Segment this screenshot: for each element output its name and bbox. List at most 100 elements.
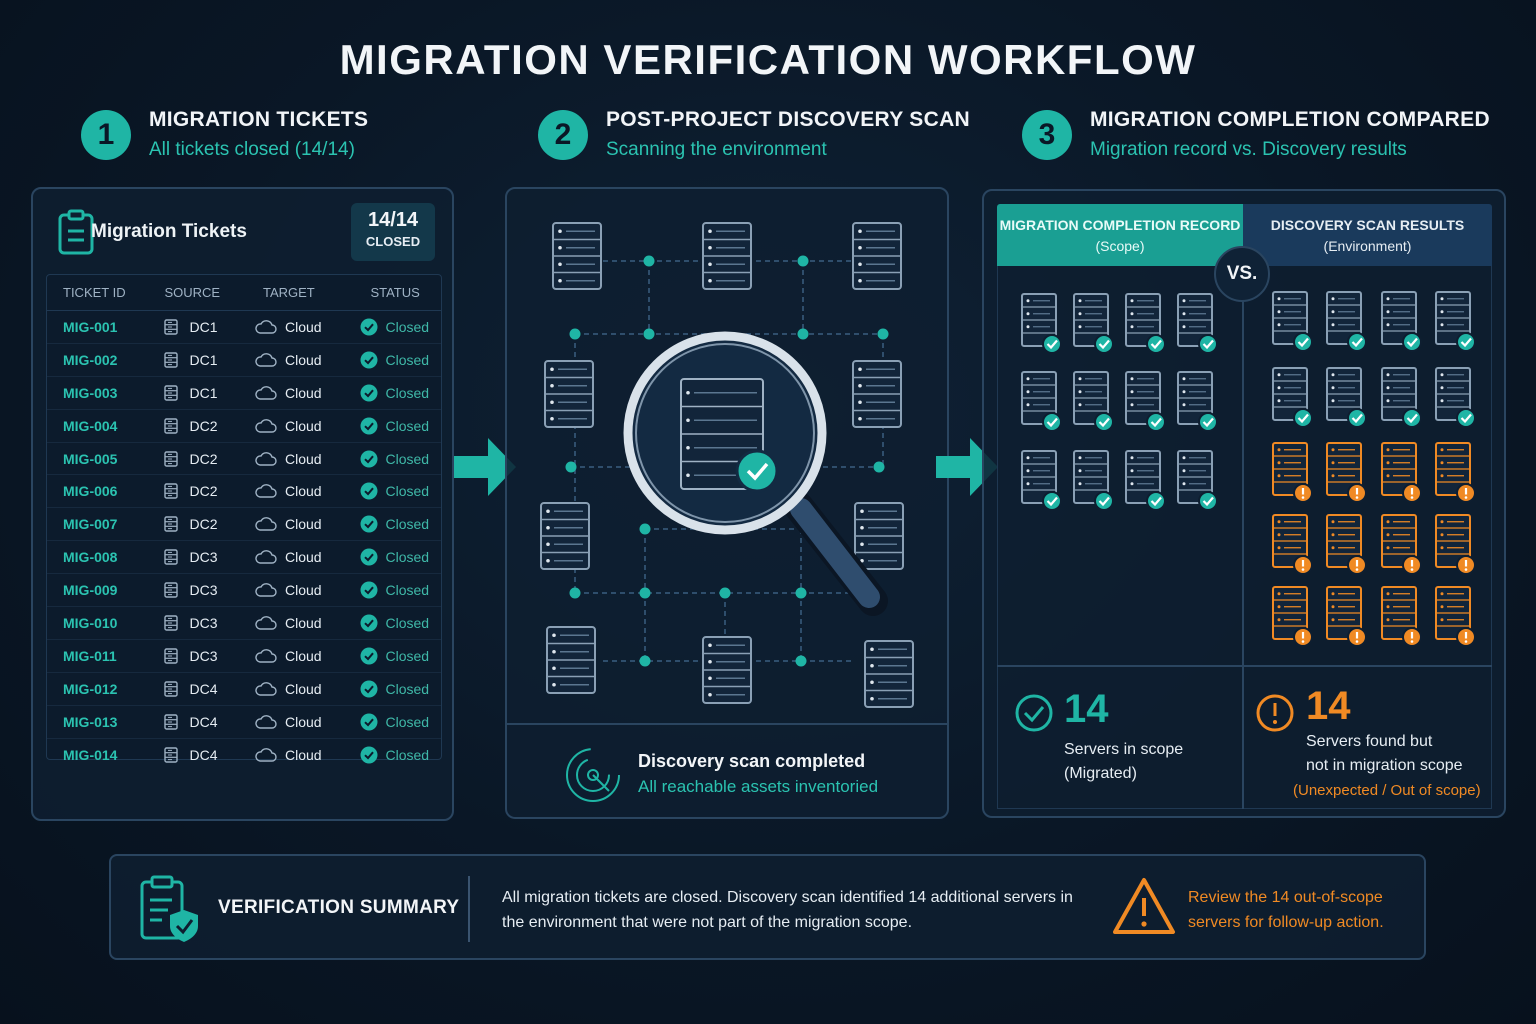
server-icon xyxy=(163,516,178,532)
table-row[interactable]: MIG-002 DC1 Cloud Closed xyxy=(47,344,441,377)
check-circle-icon xyxy=(360,614,378,632)
check-circle-icon xyxy=(360,647,378,665)
ticket-id: MIG-007 xyxy=(63,516,118,533)
ticket-id: MIG-005 xyxy=(63,450,118,467)
table-row[interactable]: MIG-001 DC1 Cloud Closed xyxy=(47,311,441,344)
check-circle-icon xyxy=(360,384,378,402)
table-row[interactable]: MIG-006 DC2 Cloud Closed xyxy=(47,475,441,509)
ticket-source: DC3 xyxy=(189,647,218,664)
ticket-target: Cloud xyxy=(285,614,322,631)
cloud-icon xyxy=(255,550,277,564)
server-unexpected-icon xyxy=(1435,442,1476,503)
table-row[interactable]: MIG-004 DC2 Cloud Closed xyxy=(47,410,441,443)
server-icon xyxy=(163,319,178,335)
summary-warning: Review the 14 out-of-scope servers for f… xyxy=(1188,889,1384,931)
table-row[interactable]: MIG-009 DC3 Cloud Closed xyxy=(47,574,441,608)
table-row[interactable]: MIG-014 DC4 Cloud Closed xyxy=(47,739,441,772)
closed-label: CLOSED xyxy=(365,234,421,249)
ticket-target: Cloud xyxy=(285,647,322,664)
table-row[interactable]: MIG-005 DC2 Cloud Closed xyxy=(47,443,441,476)
col-ticket-id: TICKET ID xyxy=(63,285,126,300)
server-icon xyxy=(702,222,752,290)
summary-title: VERIFICATION SUMMARY xyxy=(218,897,460,918)
ticket-target: Cloud xyxy=(285,351,322,368)
step-3-header: 3 MIGRATION COMPLETION COMPARED Migratio… xyxy=(1022,105,1490,165)
server-verified-icon xyxy=(1381,291,1422,352)
table-row[interactable]: MIG-011 DC3 Cloud Closed xyxy=(47,640,441,673)
ticket-status: Closed xyxy=(385,747,430,764)
ticket-source: DC4 xyxy=(189,680,218,697)
server-comparison-grid xyxy=(1021,291,1476,647)
server-verified-icon xyxy=(1073,371,1114,432)
table-row[interactable]: MIG-013 DC4 Cloud Closed xyxy=(47,706,441,739)
ticket-status: Closed xyxy=(385,483,430,500)
ticket-status: Closed xyxy=(385,384,430,401)
radar-icon xyxy=(566,748,620,802)
server-icon xyxy=(546,626,596,694)
table-row[interactable]: MIG-008 DC3 Cloud Closed xyxy=(47,541,441,575)
server-unexpected-icon xyxy=(1381,586,1422,647)
cloud-icon xyxy=(255,714,277,729)
ticket-source: DC1 xyxy=(189,351,218,368)
ticket-status: Closed xyxy=(385,680,430,697)
server-verified-icon xyxy=(1326,367,1367,428)
server-icon xyxy=(163,483,178,500)
table-row[interactable]: MIG-012 DC4 Cloud Closed xyxy=(47,673,441,706)
verification-summary: VERIFICATION SUMMARY All migration ticke… xyxy=(109,854,1426,960)
table-row[interactable]: MIG-007 DC2 Cloud Closed xyxy=(47,508,441,542)
server-icon xyxy=(852,360,902,428)
ticket-status: Closed xyxy=(385,351,430,368)
step-3-subtitle: Migration record vs. Discovery results xyxy=(1090,139,1407,160)
server-icon xyxy=(163,417,178,434)
network-node xyxy=(639,655,651,667)
ticket-source: DC2 xyxy=(189,516,218,533)
network-node xyxy=(565,461,577,473)
server-icon xyxy=(163,615,178,631)
table-row[interactable]: MIG-010 DC3 Cloud Closed xyxy=(47,607,441,640)
table-row[interactable]: MIG-003 DC1 Cloud Closed xyxy=(47,377,441,410)
network-node xyxy=(639,587,651,599)
server-unexpected-icon xyxy=(1381,442,1422,503)
cloud-icon xyxy=(255,748,277,762)
step-2-title: POST-PROJECT DISCOVERY SCAN xyxy=(606,108,971,131)
server-icon xyxy=(163,713,178,730)
row-divider xyxy=(997,665,1492,667)
ticket-target: Cloud xyxy=(285,516,322,533)
ticket-target: Cloud xyxy=(285,384,322,401)
server-icon xyxy=(544,360,594,428)
server-verified-icon xyxy=(1021,371,1062,432)
server-unexpected-icon xyxy=(1272,586,1313,647)
step-2-subtitle: Scanning the environment xyxy=(606,139,827,160)
ticket-source: DC2 xyxy=(189,483,218,500)
ticket-status: Closed xyxy=(385,713,430,730)
ticket-source: DC4 xyxy=(189,747,218,764)
cloud-icon xyxy=(255,484,277,499)
ticket-source: DC1 xyxy=(189,384,218,401)
server-icon xyxy=(163,747,178,763)
table-header: TICKET ID SOURCE TARGET STATUS xyxy=(47,275,441,311)
server-verified-icon xyxy=(1435,291,1476,352)
ticket-target: Cloud xyxy=(285,483,322,500)
ticket-id: MIG-008 xyxy=(63,549,118,566)
server-verified-icon xyxy=(1272,367,1313,428)
server-icon xyxy=(552,222,602,290)
server-icon xyxy=(163,648,178,664)
network-node xyxy=(569,587,581,599)
clipboard-shield-icon xyxy=(140,875,198,942)
cloud-icon xyxy=(255,418,277,433)
summary-divider xyxy=(468,876,470,942)
step-2-number: 2 xyxy=(538,110,588,160)
network-node xyxy=(797,255,809,267)
server-verified-icon xyxy=(1125,293,1166,354)
server-verified-icon xyxy=(1435,367,1476,428)
server-verified-icon xyxy=(1177,293,1218,354)
ticket-source: DC3 xyxy=(189,549,218,566)
tickets-table: TICKET ID SOURCE TARGET STATUS MIG-001 DC… xyxy=(46,274,442,764)
scope-count: 14 xyxy=(1064,687,1109,731)
step-3-number: 3 xyxy=(1022,110,1072,160)
ticket-id: MIG-009 xyxy=(63,582,118,599)
network-node xyxy=(643,328,655,340)
ticket-id: MIG-013 xyxy=(63,713,118,730)
check-circle-icon xyxy=(360,450,378,467)
server-icon xyxy=(852,222,902,290)
